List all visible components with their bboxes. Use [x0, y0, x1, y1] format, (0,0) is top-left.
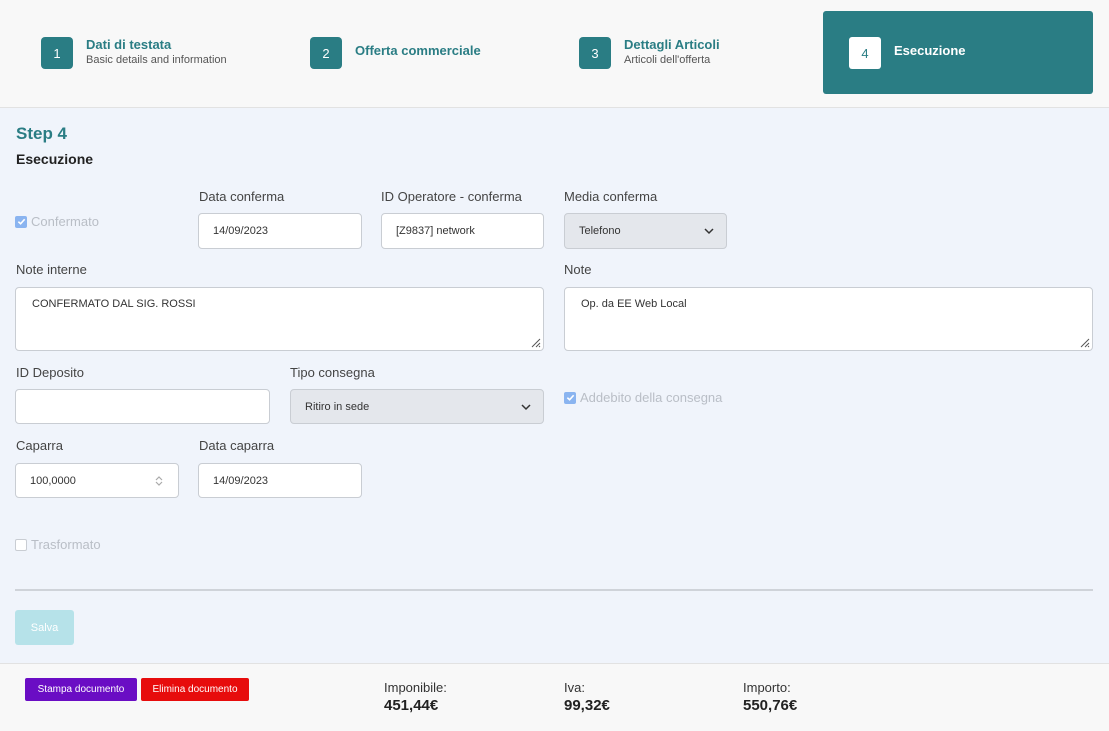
step-1[interactable]: 1 Dati di testata Basic details and info… — [11, 11, 281, 94]
data-conferma-input[interactable]: 14/09/2023 — [198, 213, 362, 249]
save-button[interactable]: Salva — [15, 610, 74, 645]
check-icon — [566, 394, 574, 401]
id-deposito-input[interactable] — [15, 389, 270, 424]
iva-label: Iva: — [564, 680, 585, 695]
data-caparra-label: Data caparra — [199, 438, 275, 453]
checkbox-box — [15, 538, 27, 551]
trasformato-checkbox[interactable]: Trasformato — [15, 537, 101, 552]
step-title: Offerta commerciale — [355, 43, 481, 58]
caparra-label: Caparra — [16, 438, 63, 453]
chevron-down-icon — [704, 228, 714, 235]
note-textarea[interactable]: Op. da EE Web Local — [564, 287, 1093, 351]
tipo-consegna-select[interactable]: Ritiro in sede — [290, 389, 544, 424]
stepper: 1 Dati di testata Basic details and info… — [0, 0, 1109, 108]
step-subheading: Esecuzione — [16, 151, 94, 167]
data-caparra-value: 14/09/2023 — [213, 474, 269, 487]
media-conferma-select[interactable]: Telefono — [564, 213, 727, 249]
step-title: Dati di testata — [86, 37, 172, 52]
step-heading: Step 4 — [16, 124, 68, 143]
note-label: Note — [564, 262, 592, 277]
caparra-input[interactable]: 100,0000 — [15, 463, 179, 498]
step-number: 1 — [41, 37, 73, 69]
resize-grip-icon[interactable] — [529, 336, 541, 348]
importo-value: 550,76€ — [743, 697, 798, 714]
note-value: Op. da EE Web Local — [581, 298, 687, 310]
footer-bar: Stampa documento Elimina documento Impon… — [0, 663, 1109, 731]
confermato-checkbox[interactable]: Confermato — [15, 214, 99, 229]
id-deposito-label: ID Deposito — [16, 365, 84, 380]
step-title: Dettagli Articoli — [624, 37, 720, 52]
addebito-consegna-label: Addebito della consegna — [580, 390, 723, 405]
id-operatore-label: ID Operatore - conferma — [381, 189, 522, 204]
step-subtitle: Basic details and information — [86, 54, 227, 66]
note-interne-textarea[interactable]: CONFERMATO DAL SIG. ROSSI — [15, 287, 544, 351]
id-operatore-input[interactable]: [Z9837] network — [381, 213, 544, 249]
tipo-consegna-value: Ritiro in sede — [305, 400, 370, 413]
caparra-value: 100,0000 — [30, 474, 76, 487]
check-icon — [17, 218, 25, 225]
checkbox-box — [15, 215, 27, 228]
print-document-button[interactable]: Stampa documento — [25, 678, 137, 701]
step-number: 4 — [849, 37, 881, 69]
media-conferma-value: Telefono — [579, 225, 621, 237]
delete-document-button[interactable]: Elimina documento — [141, 678, 249, 701]
importo-label: Importo: — [743, 680, 791, 695]
step-2[interactable]: 2 Offerta commerciale — [280, 11, 550, 94]
checkbox-box — [564, 391, 576, 404]
iva-value: 99,32€ — [564, 697, 610, 714]
tipo-consegna-label: Tipo consegna — [290, 365, 375, 380]
imponibile-label: Imponibile: — [384, 680, 447, 695]
media-conferma-label: Media conferma — [564, 189, 658, 204]
step-number: 2 — [310, 37, 342, 69]
step-3[interactable]: 3 Dettagli Articoli Articoli dell'offert… — [549, 11, 819, 94]
divider — [15, 589, 1093, 591]
data-conferma-value: 14/09/2023 — [213, 225, 269, 237]
confermato-label: Confermato — [31, 214, 99, 229]
addebito-consegna-checkbox[interactable]: Addebito della consegna — [564, 390, 722, 405]
note-interne-value: CONFERMATO DAL SIG. ROSSI — [32, 298, 196, 310]
spinner-arrows-icon[interactable] — [154, 474, 164, 488]
step-subtitle: Articoli dell'offerta — [624, 54, 711, 66]
step-4-active[interactable]: 4 Esecuzione — [823, 11, 1093, 94]
imponibile-value: 451,44€ — [384, 697, 439, 714]
trasformato-label: Trasformato — [31, 537, 101, 552]
data-conferma-label: Data conferma — [199, 189, 285, 204]
id-operatore-value: [Z9837] network — [396, 225, 475, 237]
resize-grip-icon[interactable] — [1078, 336, 1090, 348]
step-title: Esecuzione — [894, 43, 966, 58]
chevron-down-icon — [521, 404, 531, 411]
note-interne-label: Note interne — [16, 262, 87, 277]
data-caparra-input[interactable]: 14/09/2023 — [198, 463, 362, 498]
step-number: 3 — [579, 37, 611, 69]
